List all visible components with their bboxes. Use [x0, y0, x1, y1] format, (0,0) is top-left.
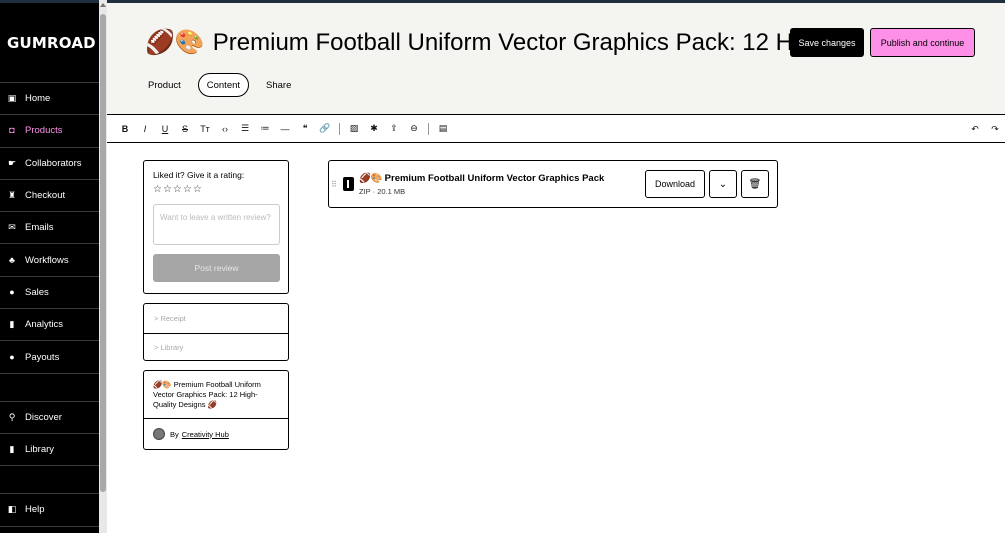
publish-button[interactable]: Publish and continue	[870, 28, 975, 57]
undo-icon[interactable]: ↶	[965, 119, 985, 139]
sidebar-item-label: Emails	[25, 222, 54, 234]
by-label: By	[170, 429, 179, 439]
written-review-input[interactable]: Want to leave a written review?	[153, 204, 280, 245]
collaborators-icon: ☛	[7, 157, 17, 168]
link-library[interactable]: > Library	[144, 332, 288, 362]
save-changes-button[interactable]: Save changes	[790, 28, 864, 57]
title-text: Premium Football Uniform Vector Graphics…	[212, 28, 819, 56]
search-icon: ⚲	[8, 411, 16, 422]
sidebar-item-analytics[interactable]: ▮ Analytics	[0, 309, 99, 342]
sidebar-item-home[interactable]: ▣ Home	[0, 83, 99, 116]
analytics-icon: ▮	[9, 319, 15, 330]
image-icon[interactable]: ▨	[344, 119, 364, 139]
tab-bar: Product Content Share	[139, 73, 300, 97]
tab-product[interactable]: Product	[139, 73, 190, 97]
editor-toolbar: B I U S Tт ‹› ☰ ≔ — ❝ 🔗 ▨ ✱ ⇪ ⊖ ▤ ↶ ↷	[107, 115, 1005, 143]
sidebar-item-collaborators[interactable]: ☛ Collaborators	[0, 148, 99, 180]
italic-icon[interactable]: I	[135, 119, 155, 139]
sidebar-item-label: Discover	[25, 411, 62, 423]
sidebar-item-label: Sales	[25, 286, 49, 298]
sidebar-item-label: Help	[25, 504, 45, 516]
sidebar-item-sales[interactable]: ● Sales	[0, 277, 99, 310]
sales-icon: ●	[9, 286, 15, 297]
text-size-icon[interactable]: Tт	[195, 119, 215, 139]
quote-icon[interactable]: ❝	[295, 119, 315, 139]
file-embed: ⠿ 🏈🎨 Premium Football Uniform Vector Gra…	[328, 160, 778, 208]
sidebar-item-discover[interactable]: ⚲ Discover	[0, 402, 99, 434]
post-review-button[interactable]: Post review	[153, 254, 280, 282]
product-card-byline: By Creativity Hub	[144, 419, 288, 449]
home-icon: ▣	[7, 93, 17, 104]
toolbar-divider	[339, 122, 340, 135]
embed-icon[interactable]: ✱	[364, 119, 384, 139]
product-title: 🏈🎨 Premium Football Uniform Vector Graph…	[145, 28, 818, 57]
sidebar-spacer	[0, 374, 99, 402]
drag-handle-icon[interactable]: ⠿	[331, 180, 337, 189]
help-icon: ◧	[7, 504, 17, 515]
numbered-list-icon[interactable]: ≔	[255, 119, 275, 139]
sidebar-item-label: Home	[25, 93, 51, 105]
payouts-icon: ●	[9, 351, 15, 362]
trash-icon[interactable]: 🗑	[741, 170, 769, 198]
code-icon[interactable]: ‹›	[215, 119, 235, 139]
product-card-name: 🏈🎨 Premium Football Uniform Vector Graph…	[144, 371, 288, 419]
sidebar-item-label: Payouts	[25, 351, 60, 363]
history-controls: ↶ ↷	[965, 119, 1005, 139]
workflows-icon: ♣	[9, 254, 15, 265]
gumroad-logo[interactable]: GUMROAD	[0, 3, 99, 83]
sidebar-item-label: Products	[25, 125, 63, 137]
sidebar-item-label: Checkout	[25, 190, 66, 202]
file-name: 🏈🎨 Premium Football Uniform Vector Graph…	[359, 173, 604, 184]
rating-prompt: Liked it? Give it a rating:	[153, 170, 245, 180]
sidebar-item-library[interactable]: ▮ Library	[0, 434, 99, 467]
chevron-down-icon[interactable]: ⌄	[709, 170, 737, 198]
title-emojis: 🏈🎨	[145, 29, 205, 56]
redo-icon[interactable]: ↷	[985, 119, 1005, 139]
sidebar-item-help[interactable]: ◧ Help	[0, 494, 99, 527]
products-icon: ◘	[9, 125, 15, 136]
sidebar-item-payouts[interactable]: ● Payouts	[0, 341, 99, 374]
sidebar-item-workflows[interactable]: ♣ Workflows	[0, 244, 99, 277]
link-icon[interactable]: 🔗	[315, 119, 335, 139]
tab-share[interactable]: Share	[257, 73, 300, 97]
page-icon[interactable]: ▤	[433, 119, 453, 139]
strikethrough-icon[interactable]: S	[175, 119, 195, 139]
sidebar-item-label: Collaborators	[25, 157, 82, 169]
product-card: 🏈🎨 Premium Football Uniform Vector Graph…	[143, 370, 289, 450]
links-card: > Receipt > Library	[143, 303, 289, 361]
toolbar-divider	[428, 122, 429, 135]
sidebar-item-products[interactable]: ◘ Products	[0, 115, 99, 148]
sidebar-item-label: Analytics	[25, 319, 64, 331]
sidebar-item-emails[interactable]: ✉ Emails	[0, 212, 99, 245]
sidebar-item-checkout[interactable]: ♜ Checkout	[0, 180, 99, 213]
review-card: Liked it? Give it a rating: ☆☆☆☆☆ Want t…	[143, 160, 289, 294]
sidebar-item-label: Workflows	[25, 254, 69, 266]
link-receipt[interactable]: > Receipt	[144, 304, 288, 333]
more-icon[interactable]: ⊖	[404, 119, 424, 139]
horizontal-rule-icon[interactable]: —	[275, 119, 295, 139]
sidebar-spacer	[0, 466, 99, 495]
file-name-text: Premium Football Uniform Vector Graphics…	[384, 173, 605, 184]
scroll-up-icon[interactable]	[100, 3, 106, 7]
scroll-thumb[interactable]	[100, 14, 106, 492]
bullet-list-icon[interactable]: ☰	[235, 119, 255, 139]
creator-link[interactable]: Creativity Hub	[182, 430, 229, 439]
file-meta: ZIP · 20.1 MB	[359, 187, 406, 196]
sidebar-scrollbar[interactable]	[99, 0, 107, 533]
underline-icon[interactable]: U	[155, 119, 175, 139]
cart-icon: ♜	[7, 190, 17, 201]
page-header: 🏈🎨 Premium Football Uniform Vector Graph…	[107, 0, 1005, 115]
bookmark-icon: ▮	[9, 444, 15, 455]
sidebar: GUMROAD ▣ Home ◘ Products ☛ Collaborators ♜ Che…	[0, 0, 99, 533]
upload-icon[interactable]: ⇪	[384, 119, 404, 139]
bold-icon[interactable]: B	[115, 119, 135, 139]
envelope-icon: ✉	[8, 222, 16, 233]
sidebar-item-label: Library	[25, 444, 55, 456]
file-icon	[343, 177, 354, 191]
tab-content[interactable]: Content	[197, 73, 250, 97]
creator-avatar	[153, 428, 165, 440]
file-emojis: 🏈🎨	[359, 173, 383, 184]
star-rating[interactable]: ☆☆☆☆☆	[153, 184, 279, 195]
download-button[interactable]: Download	[645, 170, 705, 198]
